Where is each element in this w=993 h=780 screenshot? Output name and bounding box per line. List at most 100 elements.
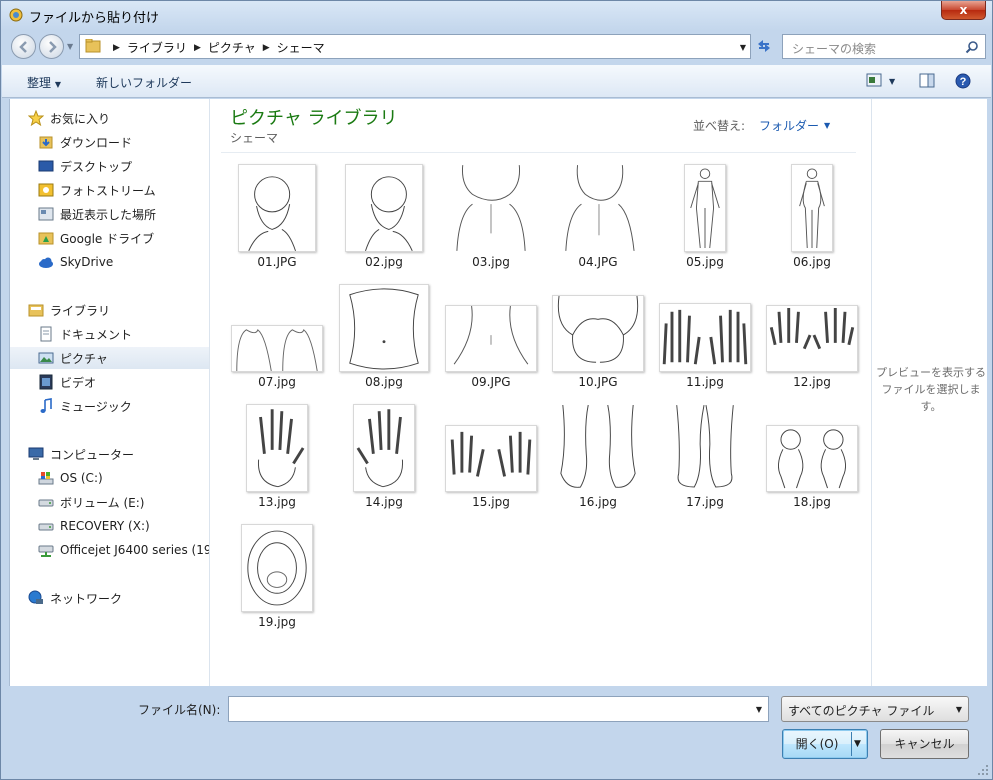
nav-item-downloads[interactable]: ダウンロード	[38, 131, 209, 153]
address-bar[interactable]: ▶ ライブラリ ▶ ピクチャ ▶ シェーマ ▼	[79, 34, 751, 59]
file-tile-11[interactable]: 11.jpg	[655, 281, 755, 396]
thumbnail-hand	[353, 404, 415, 492]
open-dropdown-icon[interactable]: ▼	[854, 730, 861, 758]
file-tile-06[interactable]: 06.jpg	[762, 161, 862, 276]
nav-item-documents[interactable]: ドキュメント	[38, 323, 209, 345]
file-name: 08.jpg	[365, 375, 403, 389]
videos-icon	[39, 374, 53, 390]
file-tile-17[interactable]: 17.jpg	[655, 401, 755, 516]
nav-item-music[interactable]: ミュージック	[38, 395, 209, 417]
breadcrumb-schema[interactable]: シェーマ	[277, 39, 325, 56]
preview-pane: プレビューを表示するファイルを選択します。	[871, 99, 987, 686]
sort-dropdown-icon[interactable]: ▼	[824, 121, 830, 130]
search-input[interactable]: シェーマの検索	[792, 40, 876, 57]
close-button[interactable]: x	[941, 1, 986, 20]
breadcrumb-pictures[interactable]: ピクチャ	[208, 39, 256, 56]
address-dropdown-icon[interactable]: ▼	[740, 43, 746, 52]
search-box[interactable]: シェーマの検索	[782, 34, 986, 59]
filename-dropdown-icon[interactable]: ▼	[756, 705, 762, 714]
nav-network-label: ネットワーク	[50, 591, 123, 606]
organize-button[interactable]: 整理 ▼	[27, 74, 61, 91]
file-type-dropdown-icon[interactable]: ▼	[956, 705, 962, 714]
preview-pane-icon[interactable]	[919, 73, 935, 88]
file-tile-13[interactable]: 13.jpg	[227, 401, 327, 516]
network-icon	[28, 590, 43, 604]
content-divider	[221, 152, 856, 153]
file-tile-16[interactable]: 16.jpg	[548, 401, 648, 516]
nav-item-desktop[interactable]: デスクトップ	[38, 155, 209, 177]
recent-pages-dropdown-icon[interactable]: ▼	[67, 42, 73, 51]
filename-field[interactable]: ▼	[228, 696, 769, 722]
library-subtitle: シェーマ	[230, 131, 279, 145]
file-name: 12.jpg	[793, 375, 831, 389]
nav-item-label: ダウンロード	[60, 135, 133, 150]
file-tile-18[interactable]: 18.jpg	[762, 401, 862, 516]
nav-item-drive-e[interactable]: ボリューム (E:)	[38, 491, 209, 513]
file-tile-07[interactable]: 07.jpg	[227, 281, 327, 396]
nav-computer-label: コンピューター	[50, 447, 135, 462]
nav-favorites[interactable]: お気に入り	[28, 107, 208, 129]
file-tile-05[interactable]: 05.jpg	[655, 161, 755, 276]
nav-item-label: ビデオ	[60, 375, 97, 390]
nav-computer[interactable]: コンピューター	[28, 443, 208, 465]
nav-item-skydrive[interactable]: SkyDrive	[38, 251, 209, 273]
file-tile-03[interactable]: 03.jpg	[441, 161, 541, 276]
library-title: ピクチャ ライブラリ	[230, 108, 398, 129]
file-tile-10[interactable]: 10.JPG	[548, 281, 648, 396]
file-tile-09[interactable]: 09.JPG	[441, 281, 541, 396]
breadcrumb-separator-icon[interactable]: ▶	[194, 43, 201, 53]
computer-icon	[28, 447, 44, 460]
view-options-icon[interactable]	[866, 73, 882, 87]
nav-network[interactable]: ネットワーク	[28, 587, 208, 609]
nav-item-photostream[interactable]: フォトストリーム	[38, 179, 209, 201]
file-type-select[interactable]: すべてのピクチャ ファイル ▼	[781, 696, 969, 722]
app-icon	[9, 8, 23, 22]
file-tile-15[interactable]: 15.jpg	[441, 401, 541, 516]
breadcrumb-libraries[interactable]: ライブラリ	[127, 39, 187, 56]
navigation-pane[interactable]: お気に入り ダウンロード デスクトップ フォトストリーム 最近表示した場所 Go…	[10, 99, 210, 686]
sort-label: 並べ替え:	[693, 119, 746, 133]
new-folder-button[interactable]: 新しいフォルダー	[96, 74, 192, 91]
nav-libraries-label: ライブラリ	[50, 303, 111, 318]
window-title: ファイルから貼り付け	[29, 11, 160, 26]
file-name: 09.JPG	[471, 375, 511, 389]
thumbnail-mouth	[241, 524, 313, 612]
breadcrumb-separator-icon[interactable]: ▶	[113, 43, 120, 53]
file-tile-01[interactable]: 01.JPG	[227, 161, 327, 276]
search-icon[interactable]	[965, 40, 979, 54]
forward-button[interactable]	[39, 34, 64, 59]
open-button[interactable]: 開く(O) ▼	[782, 729, 868, 759]
file-name: 19.jpg	[258, 615, 296, 629]
file-tile-04[interactable]: 04.JPG	[548, 161, 648, 276]
back-button[interactable]	[11, 34, 36, 59]
nav-item-printer[interactable]: Officejet J6400 series (192	[38, 539, 209, 561]
nav-item-drive-c[interactable]: OS (C:)	[38, 467, 209, 489]
network-drive-icon	[38, 545, 54, 557]
nav-item-label: 最近表示した場所	[60, 207, 157, 222]
file-type-value: すべてのピクチャ ファイル	[788, 704, 935, 718]
google-drive-icon	[38, 232, 54, 245]
file-name: 14.jpg	[365, 495, 403, 509]
file-tile-02[interactable]: 02.jpg	[334, 161, 434, 276]
nav-item-pictures[interactable]: ピクチャ	[10, 347, 209, 369]
resize-grip-icon[interactable]	[977, 764, 989, 776]
file-list[interactable]: ピクチャ ライブラリ シェーマ 並べ替え: フォルダー ▼ 01.JPG 02.…	[211, 99, 871, 686]
nav-item-label: SkyDrive	[60, 255, 114, 269]
view-dropdown-icon[interactable]: ▼	[889, 77, 895, 86]
nav-libraries[interactable]: ライブラリ	[28, 299, 208, 321]
help-icon[interactable]: ?	[955, 73, 971, 89]
file-tile-19[interactable]: 19.jpg	[227, 521, 327, 636]
cancel-button[interactable]: キャンセル	[880, 729, 969, 759]
nav-item-videos[interactable]: ビデオ	[38, 371, 209, 393]
refresh-icon[interactable]	[754, 35, 774, 57]
nav-item-recent-places[interactable]: 最近表示した場所	[38, 203, 209, 225]
breadcrumb-separator-icon[interactable]: ▶	[263, 43, 270, 53]
file-tile-08[interactable]: 08.jpg	[334, 281, 434, 396]
nav-item-label: フォトストリーム	[60, 183, 156, 198]
sort-dropdown[interactable]: フォルダー	[759, 117, 819, 134]
nav-item-drive-x[interactable]: RECOVERY (X:)	[38, 515, 209, 537]
file-tile-14[interactable]: 14.jpg	[334, 401, 434, 516]
nav-item-label: ピクチャ	[60, 351, 108, 366]
file-tile-12[interactable]: 12.jpg	[762, 281, 862, 396]
nav-item-google-drive[interactable]: Google ドライブ	[38, 227, 209, 249]
